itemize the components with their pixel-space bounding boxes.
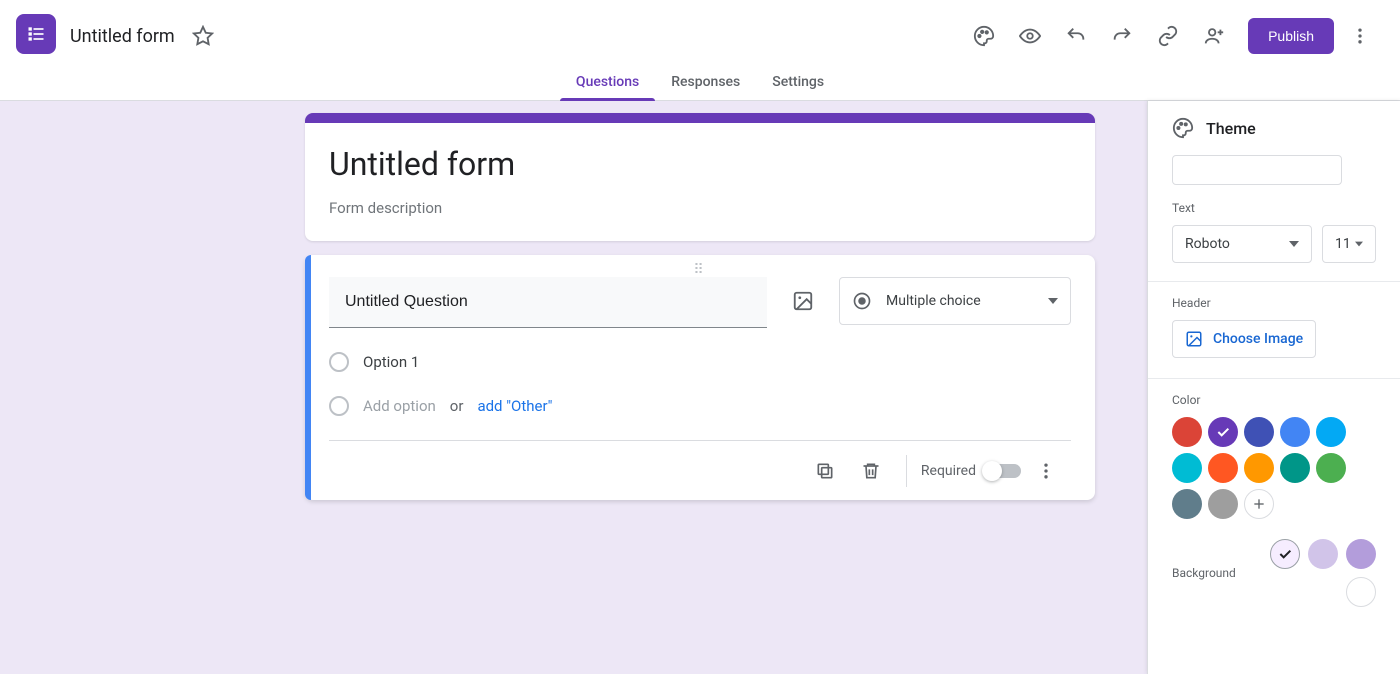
background-section-label: Background bbox=[1172, 566, 1236, 580]
form-title[interactable]: Untitled form bbox=[329, 145, 1071, 183]
color-swatch[interactable] bbox=[1316, 453, 1346, 483]
redo-button[interactable] bbox=[1102, 16, 1142, 56]
delete-button[interactable] bbox=[850, 450, 892, 492]
palette-icon bbox=[1172, 117, 1194, 139]
caret-down-icon bbox=[1355, 240, 1363, 248]
background-swatch[interactable] bbox=[1346, 539, 1376, 569]
question-card[interactable]: ⠿ Multiple choice Option 1 bbox=[305, 255, 1095, 500]
text-font-value: Roboto bbox=[1185, 236, 1230, 252]
more-vert-icon bbox=[1036, 461, 1056, 481]
color-swatch[interactable] bbox=[1316, 417, 1346, 447]
theme-panel: Theme Text Roboto 11 Header Choose Image… bbox=[1147, 101, 1400, 674]
star-icon bbox=[192, 25, 214, 47]
link-button[interactable] bbox=[1148, 16, 1188, 56]
document-title[interactable]: Untitled form bbox=[70, 26, 175, 47]
color-swatch[interactable] bbox=[1208, 489, 1238, 519]
theme-title: Theme bbox=[1206, 119, 1256, 138]
tab-questions[interactable]: Questions bbox=[560, 64, 655, 100]
radio-icon bbox=[852, 291, 872, 311]
color-section-label: Color bbox=[1172, 393, 1376, 407]
more-vert-icon bbox=[1350, 26, 1370, 46]
option-row: Option 1 bbox=[329, 352, 1071, 372]
palette-icon bbox=[973, 25, 995, 47]
color-swatch[interactable] bbox=[1172, 417, 1202, 447]
topbar: Untitled form Publish bbox=[0, 0, 1400, 64]
question-footer: Required bbox=[329, 440, 1071, 500]
add-image-button[interactable] bbox=[785, 277, 821, 325]
copy-icon bbox=[815, 461, 835, 481]
color-swatch[interactable] bbox=[1208, 417, 1238, 447]
drag-handle-icon[interactable]: ⠿ bbox=[329, 265, 1071, 275]
check-icon bbox=[1277, 546, 1293, 562]
background-swatch[interactable] bbox=[1270, 539, 1300, 569]
color-swatch[interactable] bbox=[1172, 453, 1202, 483]
undo-icon bbox=[1065, 25, 1087, 47]
separator bbox=[906, 455, 907, 487]
option-label[interactable]: Option 1 bbox=[363, 353, 419, 371]
add-other-button[interactable]: add "Other" bbox=[477, 397, 552, 415]
choose-image-button[interactable]: Choose Image bbox=[1172, 320, 1316, 358]
color-swatch[interactable] bbox=[1208, 453, 1238, 483]
form-description[interactable]: Form description bbox=[329, 199, 1071, 217]
text-font-select[interactable]: Roboto bbox=[1172, 225, 1312, 263]
choose-image-label: Choose Image bbox=[1213, 331, 1303, 347]
check-icon bbox=[1215, 424, 1231, 440]
tab-responses[interactable]: Responses bbox=[655, 64, 756, 100]
question-type-dropdown[interactable]: Multiple choice bbox=[839, 277, 1071, 325]
form-title-card[interactable]: Untitled form Form description bbox=[305, 113, 1095, 241]
forms-logo-icon bbox=[26, 24, 46, 44]
question-more-button[interactable] bbox=[1025, 450, 1067, 492]
theme-header: Theme bbox=[1148, 117, 1400, 151]
add-color-button[interactable] bbox=[1244, 489, 1274, 519]
image-icon bbox=[792, 290, 814, 312]
text-section-label: Text bbox=[1172, 201, 1376, 215]
redo-icon bbox=[1111, 25, 1133, 47]
background-swatches bbox=[1236, 539, 1376, 607]
trash-icon bbox=[861, 461, 881, 481]
image-icon bbox=[1185, 330, 1203, 348]
required-label: Required bbox=[921, 463, 976, 479]
color-swatches bbox=[1172, 417, 1376, 519]
add-option-row: Add option or add "Other" bbox=[329, 396, 1071, 416]
color-swatch[interactable] bbox=[1244, 417, 1274, 447]
person-add-icon bbox=[1203, 25, 1225, 47]
add-option-button[interactable]: Add option bbox=[363, 397, 436, 415]
customize-theme-button[interactable] bbox=[964, 16, 1004, 56]
radio-icon bbox=[329, 396, 349, 416]
undo-button[interactable] bbox=[1056, 16, 1096, 56]
link-icon bbox=[1157, 25, 1179, 47]
duplicate-button[interactable] bbox=[804, 450, 846, 492]
text-size-select[interactable]: 11 bbox=[1322, 225, 1376, 263]
preview-button[interactable] bbox=[1010, 16, 1050, 56]
forms-logo bbox=[16, 14, 56, 54]
or-label: or bbox=[450, 397, 464, 415]
eye-icon bbox=[1019, 25, 1041, 47]
plus-icon bbox=[1251, 496, 1267, 512]
required-toggle[interactable] bbox=[984, 464, 1021, 478]
caret-down-icon bbox=[1048, 296, 1058, 306]
header-section-label: Header bbox=[1172, 296, 1376, 310]
color-swatch[interactable] bbox=[1244, 453, 1274, 483]
color-swatch[interactable] bbox=[1280, 453, 1310, 483]
question-title-input[interactable] bbox=[329, 277, 767, 328]
background-swatch[interactable] bbox=[1308, 539, 1338, 569]
more-button[interactable] bbox=[1340, 16, 1380, 56]
question-type-label: Multiple choice bbox=[886, 293, 981, 309]
radio-icon bbox=[329, 352, 349, 372]
share-button[interactable] bbox=[1194, 16, 1234, 56]
font-select-preview[interactable] bbox=[1172, 155, 1342, 185]
tabs: Questions Responses Settings bbox=[0, 64, 1400, 101]
publish-button[interactable]: Publish bbox=[1248, 18, 1334, 54]
caret-down-icon bbox=[1289, 239, 1299, 249]
background-swatch[interactable] bbox=[1346, 577, 1376, 607]
text-size-value: 11 bbox=[1335, 236, 1351, 252]
color-swatch[interactable] bbox=[1280, 417, 1310, 447]
top-actions: Publish bbox=[964, 16, 1380, 56]
color-swatch[interactable] bbox=[1172, 489, 1202, 519]
tab-settings[interactable]: Settings bbox=[756, 64, 840, 100]
star-button[interactable] bbox=[183, 16, 223, 56]
